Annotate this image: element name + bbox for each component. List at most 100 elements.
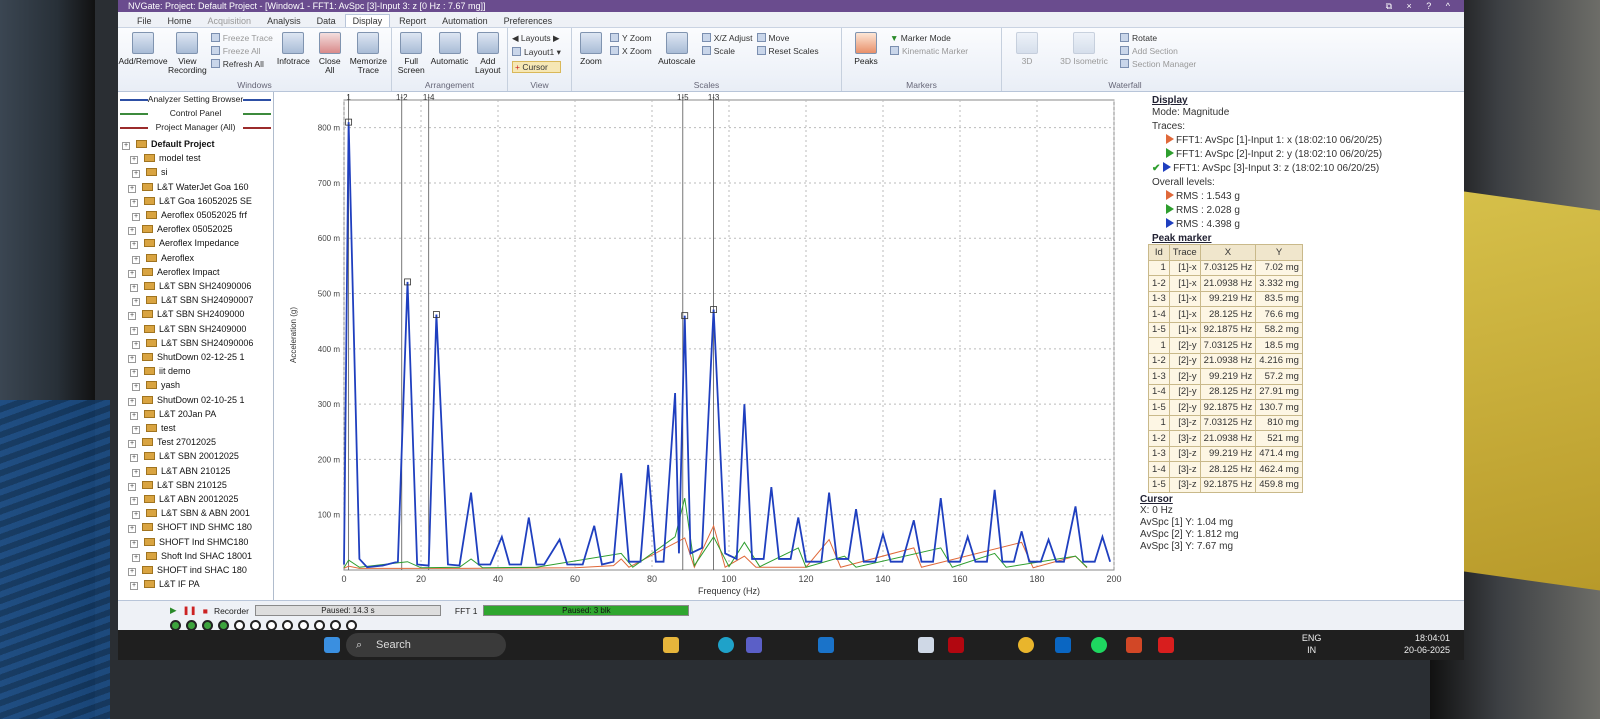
expand-icon[interactable]: +	[132, 511, 140, 520]
tab-report[interactable]: Report	[392, 15, 433, 27]
add-section-button[interactable]: Add Section	[1120, 46, 1196, 56]
scale-button[interactable]: Scale	[701, 46, 753, 56]
tree-item[interactable]: + model test	[122, 151, 273, 165]
tree-item[interactable]: + Shoft Ind SHAC 18001	[122, 549, 273, 563]
layout1-dropdown[interactable]: Layout1 ▾	[512, 47, 561, 58]
reset-scales-button[interactable]: Reset Scales	[756, 46, 819, 56]
tab-display[interactable]: Display	[344, 14, 391, 27]
freeze-trace-button[interactable]: Freeze Trace	[210, 33, 273, 43]
automatic-button[interactable]: Automatic	[430, 30, 468, 80]
fft-chart[interactable]: 0 20 40 60 80 100 120 140 160 180 200 100 m 200 m 300…	[274, 92, 1134, 600]
tab-home[interactable]: Home	[161, 15, 199, 27]
play-icon[interactable]: ▶	[170, 605, 177, 616]
expand-icon[interactable]: +	[130, 369, 138, 378]
full-screen-button[interactable]: Full Screen	[396, 30, 426, 80]
table-row[interactable]: 1-4 [2]-y 28.125 Hz 27.91 mg	[1148, 383, 1303, 400]
stop-icon[interactable]: ■	[203, 606, 208, 616]
table-row[interactable]: 1-5 [2]-y 92.1875 Hz 130.7 mg	[1148, 399, 1303, 416]
table-row[interactable]: 1-5 [3]-z 92.1875 Hz 459.8 mg	[1148, 476, 1303, 493]
expand-icon[interactable]: +	[128, 440, 136, 449]
tree-item[interactable]: + L&T ABN 20012025	[122, 492, 273, 506]
tree-item[interactable]: + L&T IF PA	[122, 577, 273, 591]
expand-icon[interactable]: +	[130, 198, 138, 207]
tree-item[interactable]: + SHOFT Ind SHMC180	[122, 535, 273, 549]
tree-item[interactable]: + si	[122, 165, 273, 179]
table-row[interactable]: 1-3 [1]-x 99.219 Hz 83.5 mg	[1148, 290, 1303, 307]
expand-icon[interactable]: +	[128, 482, 136, 491]
3d-isometric-button[interactable]: 3D Isometric	[1052, 30, 1116, 80]
expand-icon[interactable]: +	[128, 184, 136, 193]
tree-item[interactable]: + L&T ABN 210125	[122, 464, 273, 478]
tree-item[interactable]: + Aeroflex 05052025	[122, 222, 273, 236]
autoscale-button[interactable]: Autoscale	[656, 30, 698, 80]
tree-item[interactable]: + iit demo	[122, 364, 273, 378]
tree-item[interactable]: + L&T SBN SH2409000	[122, 307, 273, 321]
tab-data[interactable]: Data	[310, 15, 343, 27]
tree-item[interactable]: + L&T SBN & ABN 2001	[122, 506, 273, 520]
table-row[interactable]: 1-2 [3]-z 21.0938 Hz 521 mg	[1148, 430, 1303, 447]
chrome-icon[interactable]	[1018, 637, 1034, 653]
tree-item[interactable]: + ShutDown 02-12-25 1	[122, 350, 273, 364]
expand-icon[interactable]: +	[130, 284, 138, 293]
add-remove-button[interactable]: Add/Remove	[118, 30, 168, 80]
expand-icon[interactable]: +	[130, 241, 138, 250]
trace-1[interactable]: FFT1: AvSpc [1]-Input 1: x (18:02:10 06/…	[1152, 134, 1464, 148]
tree-item[interactable]: + Aeroflex Impact	[122, 265, 273, 279]
table-row[interactable]: 1 [1]-x 7.03125 Hz 7.02 mg	[1148, 259, 1303, 276]
expand-icon[interactable]: +	[130, 582, 138, 591]
menu-file[interactable]: File	[130, 15, 159, 27]
tree-item[interactable]: + L&T SBN SH24090006	[122, 336, 273, 350]
control-panel-tab[interactable]: Control Panel	[118, 106, 273, 120]
expand-icon[interactable]: +	[130, 539, 138, 548]
table-row[interactable]: 1-2 [1]-x 21.0938 Hz 3.332 mg	[1148, 275, 1303, 292]
marker-mode-button[interactable]: ▼ Marker Mode	[890, 33, 968, 43]
spotify-icon[interactable]	[1091, 637, 1107, 653]
expand-icon[interactable]: +	[128, 355, 136, 364]
x-zoom-button[interactable]: X Zoom	[610, 46, 652, 56]
table-row[interactable]: 1-3 [2]-y 99.219 Hz 57.2 mg	[1148, 368, 1303, 385]
expand-icon[interactable]: +	[128, 269, 136, 278]
system-tray[interactable]: ENG IN 18:04:01 20-06-2025	[1302, 632, 1450, 656]
netflix-icon[interactable]	[948, 637, 964, 653]
outlook-icon[interactable]	[818, 637, 834, 653]
explorer-icon[interactable]	[663, 637, 679, 653]
tab-analysis[interactable]: Analysis	[260, 15, 308, 27]
tree-item[interactable]: + L&T SBN SH24090006	[122, 279, 273, 293]
tree-item[interactable]: + L&T SBN SH2409000	[122, 322, 273, 336]
trace-2[interactable]: FFT1: AvSpc [2]-Input 2: y (18:02:10 06/…	[1152, 148, 1464, 162]
add-layout-button[interactable]: Add Layout	[473, 30, 503, 80]
tab-automation[interactable]: Automation	[435, 15, 495, 27]
expand-icon[interactable]: +	[132, 213, 140, 222]
table-row[interactable]: 1 [3]-z 7.03125 Hz 810 mg	[1148, 414, 1303, 431]
tree-item[interactable]: + Aeroflex 05052025 frf	[122, 208, 273, 222]
expand-icon[interactable]: +	[130, 497, 138, 506]
cursor-toggle[interactable]: + Cursor	[512, 61, 561, 73]
tree-item[interactable]: + SHOFT IND SHMC 180	[122, 520, 273, 534]
y-zoom-button[interactable]: Y Zoom	[610, 33, 652, 43]
table-row[interactable]: 1-4 [3]-z 28.125 Hz 462.4 mg	[1148, 461, 1303, 478]
zoom-button[interactable]: Zoom	[576, 30, 606, 80]
acrobat-icon[interactable]	[1158, 637, 1174, 653]
project-manager-tab[interactable]: Project Manager (All)	[118, 120, 273, 134]
peaks-button[interactable]: Peaks	[846, 30, 886, 80]
expand-icon[interactable]: +	[132, 340, 140, 349]
infotrace-button[interactable]: Infotrace	[277, 30, 310, 80]
move-button[interactable]: Move	[756, 33, 819, 43]
rotate-button[interactable]: Rotate	[1120, 33, 1196, 43]
tree-item[interactable]: + ShutDown 02-10-25 1	[122, 393, 273, 407]
expand-icon[interactable]: +	[132, 383, 140, 392]
refresh-all-button[interactable]: Refresh All	[210, 59, 273, 69]
view-recording-button[interactable]: View Recording	[168, 30, 207, 80]
tree-item[interactable]: + L&T SBN 210125	[122, 478, 273, 492]
expand-icon[interactable]: +	[130, 156, 138, 165]
expand-icon[interactable]: +	[132, 255, 140, 264]
kinematic-marker-button[interactable]: Kinematic Marker	[890, 46, 968, 56]
xz-adjust-button[interactable]: X/Z Adjust	[701, 33, 753, 43]
expand-icon[interactable]: +	[132, 426, 140, 435]
edge-icon[interactable]	[718, 637, 734, 653]
close-all-button[interactable]: Close All	[314, 30, 346, 80]
table-row[interactable]: 1-4 [1]-x 28.125 Hz 76.6 mg	[1148, 306, 1303, 323]
teams-icon[interactable]	[746, 637, 762, 653]
table-row[interactable]: 1-3 [3]-z 99.219 Hz 471.4 mg	[1148, 445, 1303, 462]
table-row[interactable]: 1-2 [2]-y 21.0938 Hz 4.216 mg	[1148, 352, 1303, 369]
